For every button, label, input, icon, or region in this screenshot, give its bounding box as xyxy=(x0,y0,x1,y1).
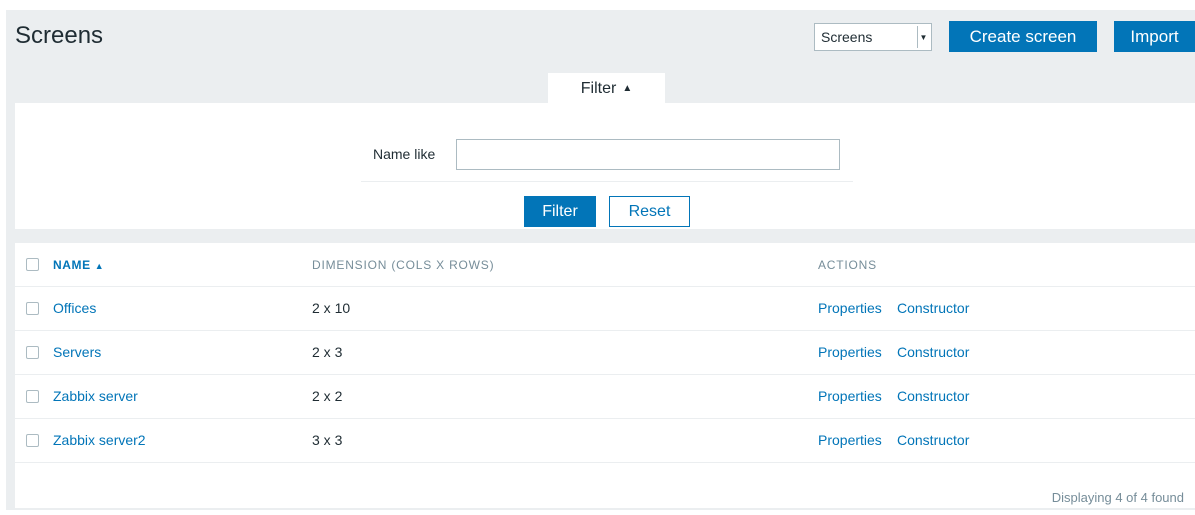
table-footer-count: Displaying 4 of 4 found xyxy=(1051,490,1184,505)
row-checkbox[interactable] xyxy=(26,346,39,359)
column-header-name[interactable]: NAME ▲ xyxy=(53,258,104,272)
create-screen-button[interactable]: Create screen xyxy=(949,21,1097,52)
constructor-link[interactable]: Constructor xyxy=(897,300,969,316)
import-button[interactable]: Import xyxy=(1114,21,1195,52)
properties-link[interactable]: Properties xyxy=(818,300,882,316)
screen-dimension: 2 x 3 xyxy=(312,344,343,360)
reset-button[interactable]: Reset xyxy=(609,196,690,227)
sort-asc-icon: ▲ xyxy=(94,261,105,271)
row-checkbox[interactable] xyxy=(26,302,39,315)
table-row: Servers 2 x 3 Properties Constructor xyxy=(15,331,1195,375)
screen-name-link[interactable]: Offices xyxy=(53,300,96,316)
table-header-row: NAME ▲ DIMENSION (COLS X ROWS) ACTIONS xyxy=(15,243,1195,287)
filter-panel: Name like Filter Reset xyxy=(15,103,1195,229)
table-row: Zabbix server2 3 x 3 Properties Construc… xyxy=(15,419,1195,463)
screen-name-link[interactable]: Servers xyxy=(53,344,101,360)
page-header: Screens Screens ▼ Create screen Import xyxy=(6,10,1195,62)
screen-name-link[interactable]: Zabbix server2 xyxy=(53,432,146,448)
chevron-down-icon[interactable]: ▼ xyxy=(917,26,929,48)
constructor-link[interactable]: Constructor xyxy=(897,388,969,404)
constructor-link[interactable]: Constructor xyxy=(897,432,969,448)
properties-link[interactable]: Properties xyxy=(818,432,882,448)
table-row: Zabbix server 2 x 2 Properties Construct… xyxy=(15,375,1195,419)
screens-select[interactable]: Screens ▼ xyxy=(814,23,932,51)
constructor-link[interactable]: Constructor xyxy=(897,344,969,360)
filter-divider xyxy=(361,181,853,182)
page-container: Screens Screens ▼ Create screen Import F… xyxy=(6,10,1195,510)
properties-link[interactable]: Properties xyxy=(818,344,882,360)
select-all-checkbox[interactable] xyxy=(26,258,39,271)
name-like-input[interactable] xyxy=(456,139,840,170)
screen-dimension: 3 x 3 xyxy=(312,432,343,448)
row-checkbox[interactable] xyxy=(26,434,39,447)
name-like-label: Name like xyxy=(373,146,436,162)
column-header-name-label: NAME xyxy=(53,258,91,272)
screen-name-link[interactable]: Zabbix server xyxy=(53,388,138,404)
screens-select-value: Screens xyxy=(821,29,873,45)
properties-link[interactable]: Properties xyxy=(818,388,882,404)
column-header-dimension: DIMENSION (COLS X ROWS) xyxy=(312,258,495,272)
filter-tab[interactable]: Filter ▲ xyxy=(548,73,665,104)
column-header-actions: ACTIONS xyxy=(818,258,877,272)
table-row: Offices 2 x 10 Properties Constructor xyxy=(15,287,1195,331)
filter-tab-label: Filter xyxy=(580,79,617,97)
filter-button[interactable]: Filter xyxy=(524,196,596,227)
row-checkbox[interactable] xyxy=(26,390,39,403)
caret-up-icon: ▲ xyxy=(622,83,633,94)
screen-dimension: 2 x 10 xyxy=(312,300,351,316)
page-title: Screens xyxy=(15,22,104,49)
screen-dimension: 2 x 2 xyxy=(312,388,343,404)
screens-table: NAME ▲ DIMENSION (COLS X ROWS) ACTIONS Of… xyxy=(15,243,1195,508)
